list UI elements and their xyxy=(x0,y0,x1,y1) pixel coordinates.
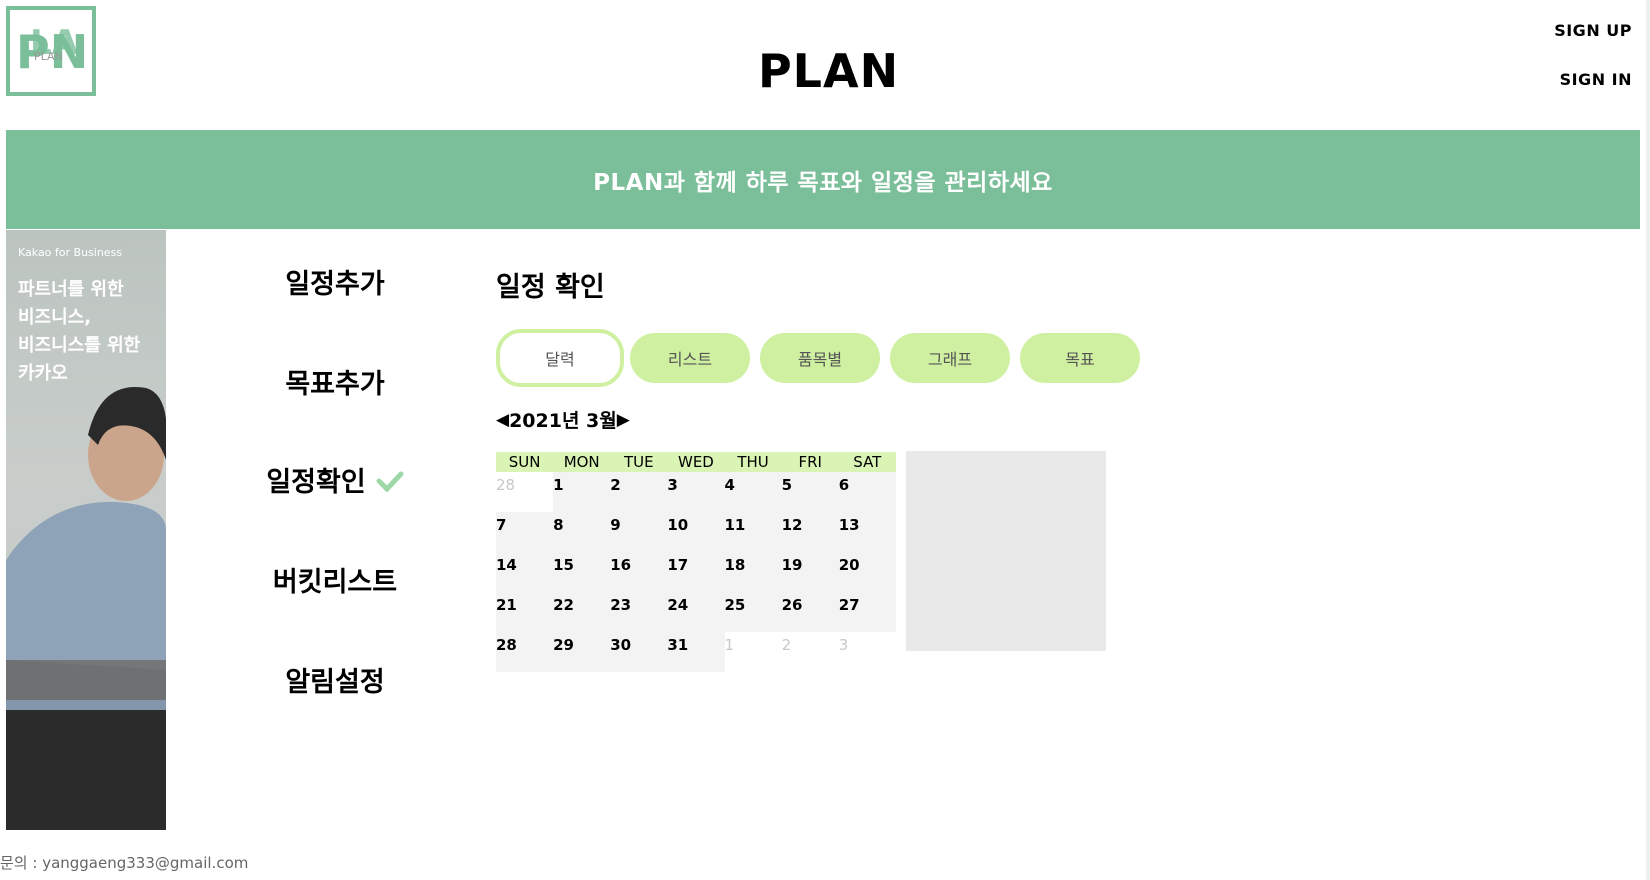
calendar-day[interactable]: 31 xyxy=(667,632,725,672)
calendar-day[interactable]: 21 xyxy=(496,592,554,632)
calendar-day[interactable]: 8 xyxy=(553,512,611,552)
calendar-day[interactable]: 28 xyxy=(496,632,554,672)
nav-item-notification-settings[interactable]: 알림설정 xyxy=(170,660,500,699)
calendar-day[interactable]: 11 xyxy=(724,512,782,552)
weekday-label: THU xyxy=(737,453,769,471)
calendar-week: 14 15 16 17 18 19 20 xyxy=(496,552,896,592)
calendar-day[interactable]: 1 xyxy=(553,472,611,512)
ad-copy: 파트너를 위한 비즈니스, 비즈니스를 위한 카카오 xyxy=(18,276,140,388)
calendar-week: 28 29 30 31 1 2 3 xyxy=(496,632,896,672)
calendar-day[interactable]: 5 xyxy=(781,472,839,512)
ad-banner[interactable]: Kakao for Business 파트너를 위한 비즈니스, 비즈니스를 위… xyxy=(6,230,166,830)
ad-line: 파트너를 위한 xyxy=(18,279,124,300)
weekday-label: SUN xyxy=(508,453,541,471)
tab-calendar[interactable]: 달력 xyxy=(496,329,624,387)
calendar-day[interactable]: 16 xyxy=(610,552,668,592)
calendar-day[interactable]: 3 xyxy=(838,632,896,672)
ad-line: 비즈니스, xyxy=(18,307,92,328)
calendar-day[interactable]: 12 xyxy=(781,512,839,552)
ad-line: 카카오 xyxy=(18,363,68,384)
nav-item-label: 버킷리스트 xyxy=(272,567,398,598)
ad-line: 비즈니스를 위한 xyxy=(18,335,141,356)
calendar-day[interactable]: 27 xyxy=(838,592,896,632)
calendar-day[interactable]: 28 xyxy=(496,472,554,512)
calendar-day[interactable]: 26 xyxy=(781,592,839,632)
calendar-day[interactable]: 9 xyxy=(610,512,668,552)
calendar-day[interactable]: 23 xyxy=(610,592,668,632)
calendar-day[interactable]: 1 xyxy=(724,632,782,672)
weekday-label: SAT xyxy=(853,453,882,471)
calendar-day[interactable]: 15 xyxy=(553,552,611,592)
calendar-week: 28 1 2 3 4 5 6 xyxy=(496,472,896,512)
ad-brand: Kakao for Business xyxy=(18,246,123,259)
month-label: 2021년 3월 xyxy=(509,410,617,432)
banner-text: PLAN과 함께 하루 목표와 일정을 관리하세요 xyxy=(593,169,1053,196)
weekday-label: TUE xyxy=(624,453,654,471)
calendar-day[interactable]: 19 xyxy=(781,552,839,592)
calendar-day[interactable]: 4 xyxy=(724,472,782,512)
weekday-label: FRI xyxy=(798,453,822,471)
weekday-header: SUN MON TUE WED THU FRI SAT xyxy=(496,452,896,472)
prev-month-icon[interactable]: ◀ xyxy=(496,410,509,430)
calendar-day[interactable]: 3 xyxy=(667,472,725,512)
calendar-day[interactable]: 20 xyxy=(838,552,896,592)
calendar-week: 21 22 23 24 25 26 27 xyxy=(496,592,896,632)
calendar-day[interactable]: 10 xyxy=(667,512,725,552)
nav-item-bucket-list[interactable]: 버킷리스트 xyxy=(170,560,500,599)
calendar-day[interactable]: 6 xyxy=(838,472,896,512)
tab-goal[interactable]: 목표 xyxy=(1020,333,1140,383)
calendar-day[interactable]: 7 xyxy=(496,512,554,552)
check-icon xyxy=(376,468,404,499)
nav-item-label: 목표추가 xyxy=(285,369,385,400)
calendar-day[interactable]: 25 xyxy=(724,592,782,632)
nav-item-label: 알림설정 xyxy=(285,667,385,698)
nav-item-add-schedule[interactable]: 일정추가 xyxy=(170,262,500,301)
nav-item-label: 일정확인 xyxy=(266,467,366,498)
calendar: SUN MON TUE WED THU FRI SAT 28 1 2 3 4 5… xyxy=(496,452,896,672)
month-navigator: ◀ 2021년 3월 ▶ xyxy=(496,406,630,433)
sign-in-link[interactable]: SIGN IN xyxy=(1560,70,1632,89)
banner: PLAN과 함께 하루 목표와 일정을 관리하세요 xyxy=(6,130,1640,229)
calendar-day[interactable]: 2 xyxy=(781,632,839,672)
calendar-day[interactable]: 30 xyxy=(610,632,668,672)
tab-list[interactable]: 리스트 xyxy=(630,333,750,383)
calendar-day[interactable]: 29 xyxy=(553,632,611,672)
tab-graph[interactable]: 그래프 xyxy=(890,333,1010,383)
calendar-day[interactable]: 17 xyxy=(667,552,725,592)
tab-by-item[interactable]: 품목별 xyxy=(760,333,880,383)
calendar-day[interactable]: 18 xyxy=(724,552,782,592)
next-month-icon[interactable]: ▶ xyxy=(617,410,630,430)
page-title: PLAN xyxy=(757,44,900,98)
nav-item-label: 일정추가 xyxy=(285,269,385,300)
scrollbar[interactable] xyxy=(1646,0,1650,880)
section-title: 일정 확인 xyxy=(496,272,605,303)
weekday-label: MON xyxy=(563,453,600,471)
calendar-day[interactable]: 22 xyxy=(553,592,611,632)
weekday-label: WED xyxy=(678,453,714,471)
calendar-day[interactable]: 14 xyxy=(496,552,554,592)
nav-item-view-schedule[interactable]: 일정확인 xyxy=(170,460,500,499)
calendar-day[interactable]: 24 xyxy=(667,592,725,632)
sign-up-link[interactable]: SIGN UP xyxy=(1554,21,1632,40)
calendar-week: 7 8 9 10 11 12 13 xyxy=(496,512,896,552)
schedule-detail-panel xyxy=(906,451,1106,651)
footer-contact: 문의 : yanggaeng333@gmail.com xyxy=(0,854,249,872)
calendar-day[interactable]: 13 xyxy=(838,512,896,552)
nav-item-add-goal[interactable]: 목표추가 xyxy=(170,362,500,401)
calendar-day[interactable]: 2 xyxy=(610,472,668,512)
